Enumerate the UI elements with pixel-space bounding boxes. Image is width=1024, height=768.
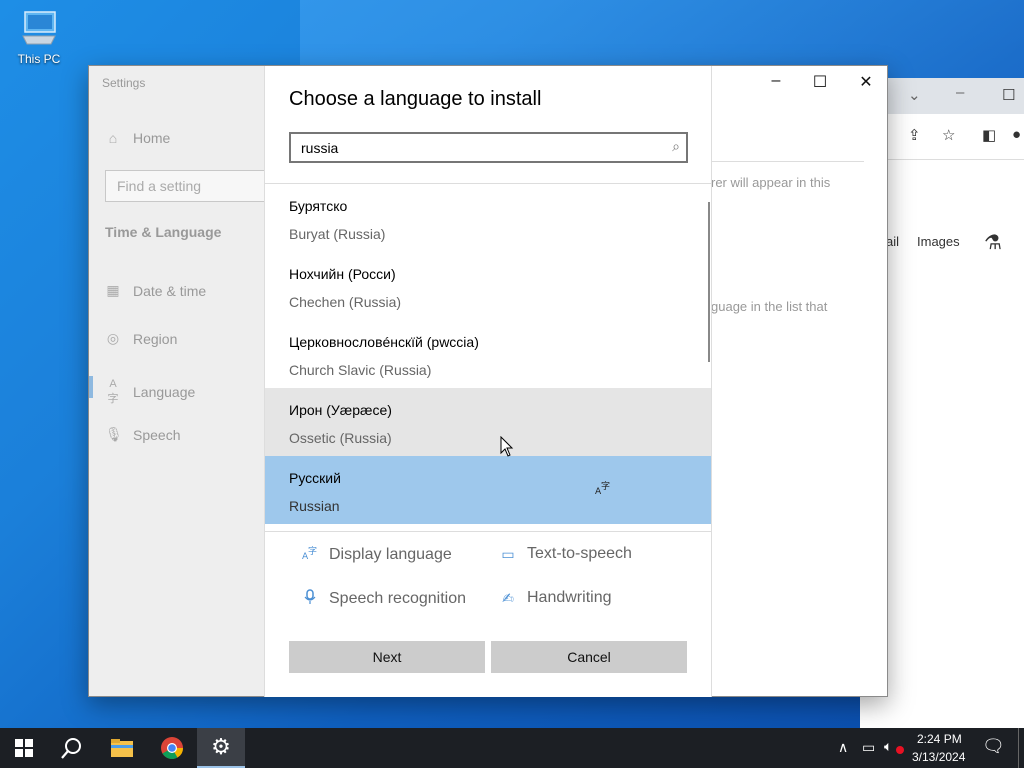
language-native-name: Церковнословéнскїй (рwссіа) [289,334,479,350]
background-text: rer will appear in this [711,175,831,190]
find-setting-input[interactable]: Find a setting [105,170,275,202]
taskbar-search-button[interactable] [48,728,96,768]
labs-flask-icon[interactable]: ⚗ [984,230,1002,255]
background-text: guage in the list that [711,299,828,314]
next-button[interactable]: Next [289,641,485,673]
sidebar-item-label: Language [133,384,196,400]
language-search-input[interactable] [301,139,641,157]
choose-language-dialog: Choose a language to install ⌕ Бурятско … [264,66,712,697]
language-search-box[interactable]: ⌕ [289,132,688,163]
dialog-title: Choose a language to install [289,88,542,110]
feature-display-language: A字 Display language [301,545,452,564]
list-item[interactable]: Бурятско Buryat (Russia) [265,184,711,252]
sidebar-item-speech[interactable]: 🎙︎ Speech [105,426,180,443]
divider [265,531,711,532]
search-icon[interactable]: ⌕ [672,138,680,155]
sidebar-item-label: Home [133,130,171,146]
sidebar-item-region[interactable]: ◎ Region [105,330,177,347]
language-native-name: Ирон (Уæрæсе) [289,402,392,418]
display-language-feature-icon: A字 [595,480,611,499]
cancel-button[interactable]: Cancel [491,641,687,673]
taskbar-settings[interactable]: ⚙ [197,728,245,768]
settings-sidebar: Settings ⌂ Home Find a setting Time & La… [89,66,275,696]
language-native-name: Русский [289,470,341,486]
taskbar: ⚙ ∧ ▭ 🔈︎ 2:24 PM 3/13/2024 🗨︎ [0,728,1024,768]
chrome-icon [161,737,183,759]
sidebar-item-language[interactable]: A字 Language [105,378,196,406]
microphone-icon [301,589,319,608]
show-desktop-button[interactable] [1018,728,1019,768]
list-item-selected[interactable]: Русский Russian A字 [265,456,711,524]
sidebar-item-date-time[interactable]: ▦ Date & time [105,282,206,299]
feature-speech-recognition: Speech recognition [301,589,466,608]
feature-handwriting: ✍ Handwriting [499,589,611,607]
maximize-icon[interactable]: ☐ [1002,86,1015,104]
taskbar-chrome[interactable] [148,728,196,768]
feature-label: Display language [329,545,452,563]
start-button[interactable] [0,728,48,768]
language-english-name: Church Slavic (Russia) [289,362,432,378]
calendar-icon: ▦ [106,282,120,298]
tray-chevron-up-icon[interactable]: ∧ [838,739,848,756]
mute-badge-icon [896,746,904,754]
globe-icon: ◎ [106,330,120,346]
search-icon [61,738,81,759]
file-explorer-icon [111,739,133,757]
mouse-cursor-icon [500,436,514,457]
display-language-icon: A字 [301,545,319,564]
language-list: Бурятско Buryat (Russia) Нохчийн (Росси)… [265,184,711,524]
notifications-icon[interactable]: 🗨︎ [982,736,1005,757]
language-english-name: Russian [289,498,340,514]
close-button[interactable]: ✕ [851,72,881,92]
clock-time[interactable]: 2:24 PM [917,732,962,746]
language-english-name: Chechen (Russia) [289,294,402,310]
computer-icon [19,8,59,48]
share-icon[interactable]: ⇪ [908,126,921,144]
language-english-name: Buryat (Russia) [289,226,386,242]
sidebar-item-label: Date & time [133,282,207,299]
language-english-name: Ossetic (Russia) [289,430,392,446]
active-indicator [89,376,93,398]
window-title: Settings [102,76,146,90]
feature-label: Speech recognition [329,589,466,607]
home-icon: ⌂ [108,130,118,146]
star-icon[interactable]: ☆ [942,126,955,144]
language-native-name: Нохчийн (Росси) [289,266,396,282]
sidebar-item-label: Speech [133,426,181,443]
sidebar-item-label: Region [133,330,178,347]
network-icon[interactable]: ▭ [862,739,875,756]
chevron-down-icon[interactable]: ⌄ [908,86,921,104]
feature-text-to-speech: ▭ Text-to-speech [499,545,632,563]
language-native-name: Бурятско [289,198,348,214]
windows-start-icon [15,739,33,757]
sidebar-icon[interactable]: ◧ [982,126,996,144]
profile-icon[interactable]: ● [1012,126,1021,143]
minimize-button[interactable]: – [761,72,791,92]
clock-date[interactable]: 3/13/2024 [912,750,965,764]
section-heading: Time & Language [105,224,222,240]
volume-muted-icon[interactable]: 🔈︎ [884,738,892,755]
feature-label: Text-to-speech [527,545,632,562]
svg-text:字: 字 [308,545,317,557]
sidebar-item-home[interactable]: ⌂ Home [105,130,171,146]
this-pc-desktop-icon[interactable]: This PC [14,8,64,66]
minimize-icon[interactable]: – [956,84,964,101]
list-scrollbar[interactable] [708,202,710,362]
list-item[interactable]: Нохчийн (Росси) Chechen (Russia) [265,252,711,320]
svg-text:字: 字 [601,480,610,492]
taskbar-file-explorer[interactable] [98,728,146,768]
images-link[interactable]: Images [917,234,960,249]
handwriting-icon: ✍ [502,589,514,606]
text-to-speech-icon: ▭ [501,545,515,562]
this-pc-label: This PC [17,52,61,66]
settings-icon: ⚙ [211,734,231,759]
list-item[interactable]: Церковнословéнскїй (рwссіа) Church Slavi… [265,320,711,388]
divider [711,161,864,162]
language-icon: A字 [107,378,119,405]
feature-label: Handwriting [527,589,612,606]
microphone-icon: 🎙︎ [105,426,123,442]
list-item[interactable]: Ирон (Уæрæсе) Ossetic (Russia) [265,388,711,456]
maximize-button[interactable]: ☐ [805,72,835,92]
